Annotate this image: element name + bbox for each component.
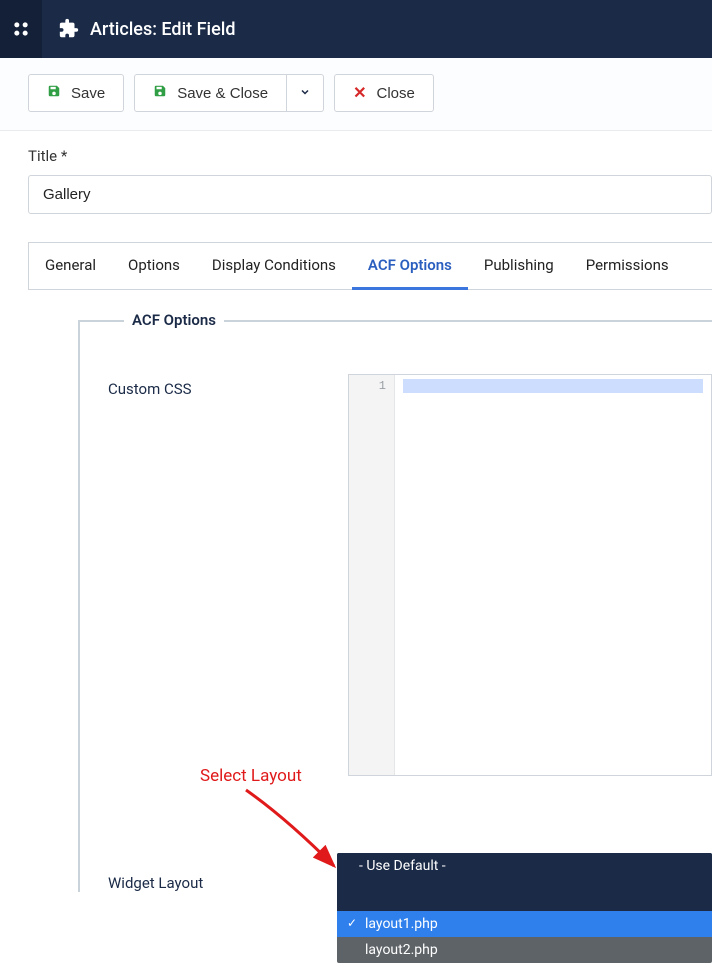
title-label: Title * (28, 147, 712, 165)
tab-display-conditions[interactable]: Display Conditions (196, 243, 352, 289)
save-icon (47, 84, 61, 102)
save-button[interactable]: Save (28, 74, 124, 112)
fieldset-legend: ACF Options (124, 311, 224, 329)
save-icon (153, 84, 167, 102)
content-area: Title * General Options Display Conditio… (0, 131, 712, 892)
annotation-select-layout: Select Layout (200, 766, 302, 786)
app-header: Articles: Edit Field (0, 0, 712, 58)
editor-body[interactable] (395, 375, 711, 775)
line-number: 1 (357, 379, 386, 393)
custom-css-label: Custom CSS (108, 374, 348, 398)
save-label: Save (71, 85, 105, 102)
tab-acf-options[interactable]: ACF Options (352, 243, 468, 290)
save-close-button[interactable]: Save & Close (134, 74, 287, 112)
save-close-dropdown-toggle[interactable] (287, 74, 324, 112)
save-close-label: Save & Close (177, 85, 268, 102)
dropdown-group-default[interactable]: - Use Default - (337, 853, 712, 911)
tab-options[interactable]: Options (112, 243, 196, 289)
joomla-icon (11, 19, 31, 39)
toolbar: Save Save & Close ✕ Close (0, 58, 712, 131)
close-button[interactable]: ✕ Close (334, 74, 434, 112)
editor-active-line (403, 379, 703, 393)
page-title: Articles: Edit Field (42, 0, 236, 58)
dropdown-option-layout2[interactable]: layout2.php (337, 937, 712, 963)
chevron-down-icon (299, 85, 311, 102)
close-icon: ✕ (353, 83, 366, 103)
acf-options-fieldset: ACF Options Custom CSS 1 Widget Layout (78, 320, 712, 892)
close-label: Close (377, 85, 415, 102)
save-close-group: Save & Close (134, 74, 324, 112)
custom-css-row: Custom CSS 1 (108, 374, 712, 776)
custom-css-editor[interactable]: 1 (348, 374, 712, 776)
tab-publishing[interactable]: Publishing (468, 243, 570, 289)
title-input[interactable] (28, 175, 712, 214)
joomla-logo[interactable] (0, 0, 42, 58)
page-title-text: Articles: Edit Field (90, 19, 236, 40)
widget-layout-label: Widget Layout (108, 868, 348, 892)
tab-general[interactable]: General (29, 243, 112, 289)
tab-panel: ACF Options Custom CSS 1 Widget Layout (28, 290, 712, 892)
editor-gutter: 1 (349, 375, 395, 775)
tabs: General Options Display Conditions ACF O… (28, 242, 712, 290)
puzzle-icon (58, 18, 80, 40)
widget-layout-dropdown[interactable]: - Use Default - layout1.php layout2.php (337, 853, 712, 963)
tab-permissions[interactable]: Permissions (570, 243, 685, 289)
dropdown-option-layout1[interactable]: layout1.php (337, 911, 712, 937)
